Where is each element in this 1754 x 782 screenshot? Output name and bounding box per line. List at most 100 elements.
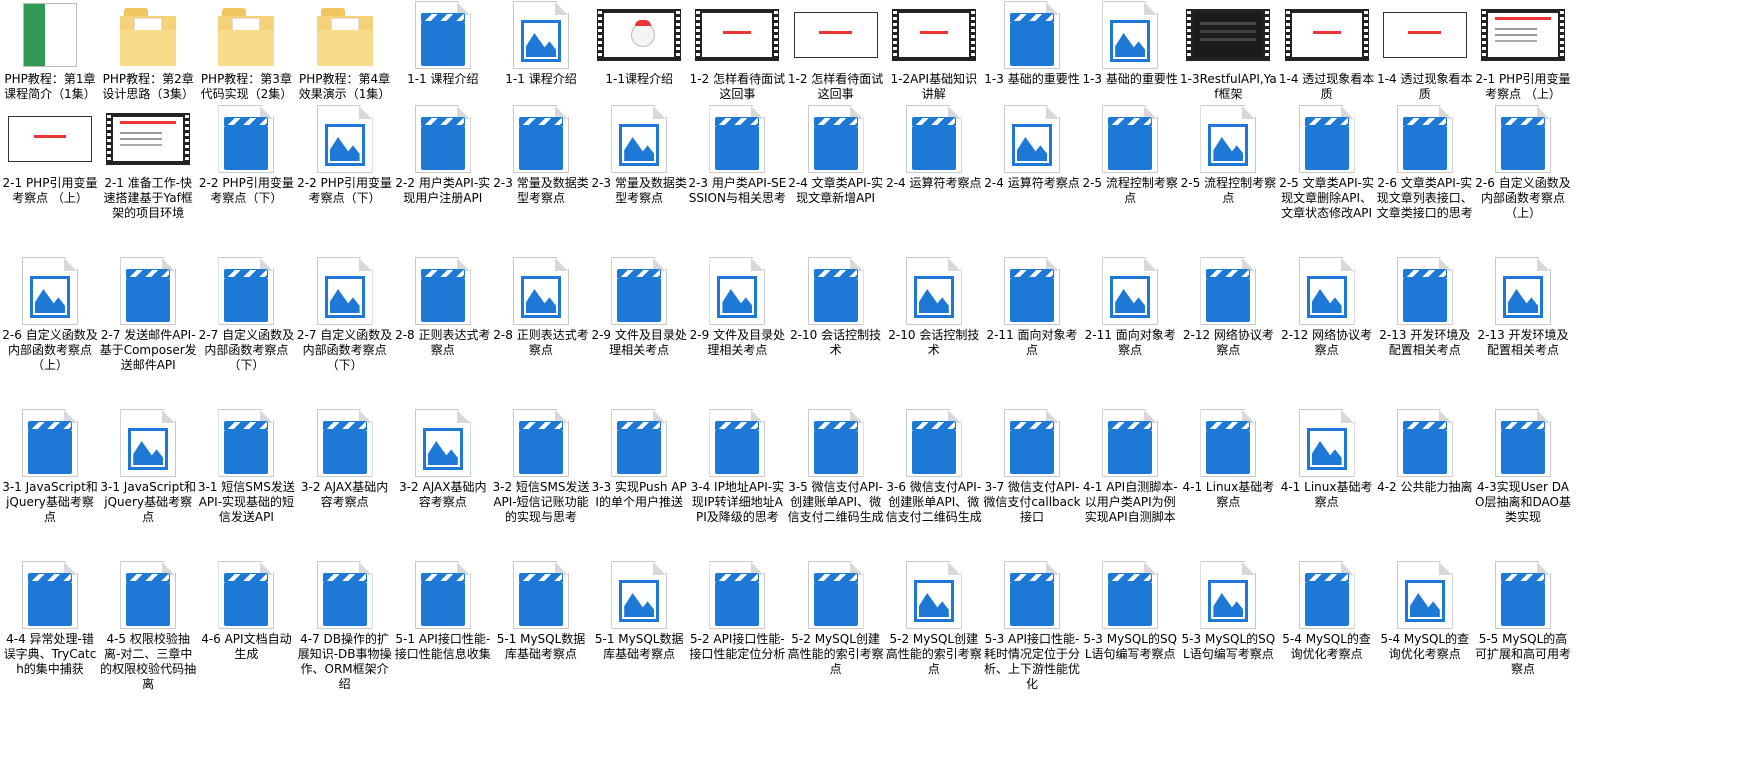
file-item[interactable]: 5-3 MySQL的SQL语句编写考察点	[1178, 560, 1278, 662]
file-item[interactable]: 3-1 JavaScript和jQuery基础考察点	[0, 408, 100, 525]
file-item[interactable]: 1-4 透过现象看本质	[1375, 0, 1475, 102]
file-item[interactable]: 5-3 MySQL的SQL语句编写考察点	[1080, 560, 1180, 662]
file-item[interactable]: 2-3 用户类API-SESSION与相关思考	[687, 104, 787, 206]
file-item[interactable]: 2-6 自定义函数及内部函数考察点（上）	[1473, 104, 1573, 221]
file-item[interactable]: 2-1 PHP引用变量考察点 （上）	[0, 104, 100, 206]
file-item[interactable]: 2-9 文件及目录处理相关考点	[589, 256, 689, 358]
file-item[interactable]: 2-10 会话控制技术	[786, 256, 886, 358]
file-item[interactable]: 5-4 MySQL的查询优化考察点	[1375, 560, 1475, 662]
file-item[interactable]: 2-2 PHP引用变量考察点（下）	[196, 104, 296, 206]
file-item[interactable]: 1-4 透过现象看本质	[1277, 0, 1377, 102]
file-item[interactable]: 2-13 开发环境及配置相关考点	[1473, 256, 1573, 358]
file-item[interactable]: 2-10 会话控制技术	[884, 256, 984, 358]
file-item[interactable]: 2-13 开发环境及配置相关考点	[1375, 256, 1475, 358]
file-item[interactable]: 2-11 面向对象考察点	[1080, 256, 1180, 358]
file-item[interactable]: 2-4 文章类API-实现文章新增API	[786, 104, 886, 206]
file-item[interactable]: 4-6 API文档自动生成	[196, 560, 296, 662]
file-item[interactable]: 1-1 课程介绍	[393, 0, 493, 87]
file-name-label: 2-3 用户类API-SESSION与相关思考	[688, 176, 787, 205]
file-name-label: 5-2 MySQL创建高性能的索引考察点	[885, 632, 982, 676]
file-name-label: 2-12 网络协议考察点	[1281, 328, 1373, 357]
file-item[interactable]: 5-2 MySQL创建高性能的索引考察点	[884, 560, 984, 677]
file-name-label: 2-3 常量及数据类型考察点	[493, 176, 589, 205]
file-item[interactable]: 2-7 自定义函数及内部函数考察点（下）	[196, 256, 296, 373]
file-item[interactable]: 3-2 AJAX基础内容考察点	[295, 408, 395, 510]
file-item[interactable]: 4-3实现User DAO层抽离和DAO基类实现	[1473, 408, 1573, 525]
file-item[interactable]: 2-4 运算符考察点	[884, 104, 984, 191]
file-item[interactable]: 3-5 微信支付API-创建账单API、微信支付二维码生成	[786, 408, 886, 525]
file-item[interactable]: 2-1 准备工作-快速搭建基于Yaf框架的项目环境	[98, 104, 198, 221]
file-item[interactable]: 4-1 API自测脚本-以用户类API为例实现API自测脚本	[1080, 408, 1180, 525]
file-item[interactable]: 3-7 微信支付API-微信支付callback接口	[982, 408, 1082, 525]
file-item[interactable]: 2-6 文章类API-实现文章列表接口、文章类接口的思考	[1375, 104, 1475, 221]
file-item[interactable]: 2-11 面向对象考点	[982, 256, 1082, 358]
file-item[interactable]: 2-8 正则表达式考察点	[393, 256, 493, 358]
video-file-icon	[196, 408, 296, 478]
file-item[interactable]: 3-1 JavaScript和jQuery基础考察点	[98, 408, 198, 525]
video-thumbnail	[1473, 0, 1573, 70]
video-thumbnail	[1277, 0, 1377, 70]
slide-thumbnail	[1375, 0, 1475, 70]
file-item[interactable]: 5-3 API接口性能-耗时情况定位于分析、上下游性能优化	[982, 560, 1082, 692]
file-item[interactable]: 2-7 自定义函数及内部函数考察点（下）	[295, 256, 395, 373]
file-item[interactable]: 4-4 异常处理-错误字典、TryCatch的集中捕获	[0, 560, 100, 677]
file-item[interactable]: 5-2 API接口性能-接口性能定位分析	[687, 560, 787, 662]
file-item[interactable]: 4-1 Linux基础考察点	[1178, 408, 1278, 510]
video-file-icon	[393, 256, 493, 326]
file-item[interactable]: 2-7 发送邮件API-基于Composer发送邮件API	[98, 256, 198, 373]
file-item[interactable]: 2-6 自定义函数及内部函数考察点（上）	[0, 256, 100, 373]
file-name-label: 4-7 DB操作的扩展知识-DB事物操作、ORM框架介绍	[297, 632, 392, 691]
file-item[interactable]: 1-3 基础的重要性	[982, 0, 1082, 87]
file-item[interactable]: 1-3RestfulAPI,Yaf框架	[1178, 0, 1278, 102]
file-item[interactable]: 2-2 用户类API-实现用户注册API	[393, 104, 493, 206]
file-item[interactable]: 5-1 API接口性能-接口性能信息收集	[393, 560, 493, 662]
file-item[interactable]: 1-3 基础的重要性	[1080, 0, 1180, 87]
file-item[interactable]: 2-8 正则表达式考察点	[491, 256, 591, 358]
file-item[interactable]: 4-2 公共能力抽离	[1375, 408, 1475, 495]
file-name-label: 2-4 运算符考察点	[984, 176, 1080, 190]
file-item[interactable]: 1-2 怎样看待面试这回事	[786, 0, 886, 102]
file-item[interactable]: 4-1 Linux基础考察点	[1277, 408, 1377, 510]
file-item[interactable]: 3-6 微信支付API-创建账单API、微信支付二维码生成	[884, 408, 984, 525]
file-item[interactable]: 1-2API基础知识讲解	[884, 0, 984, 102]
file-item[interactable]: 1-2 怎样看待面试这回事	[687, 0, 787, 102]
file-name-label: 5-1 API接口性能-接口性能信息收集	[394, 632, 491, 661]
file-item[interactable]: 2-5 文章类API-实现文章删除API、文章状态修改API	[1277, 104, 1377, 221]
file-item[interactable]: 3-1 短信SMS发送API-实现基础的短信发送API	[196, 408, 296, 525]
file-item[interactable]: 3-2 短信SMS发送API-短信记账功能的实现与思考	[491, 408, 591, 525]
file-item[interactable]: 3-3 实现Push API的单个用户推送	[589, 408, 689, 510]
image-file-icon	[0, 256, 100, 326]
file-item[interactable]: 5-4 MySQL的查询优化考察点	[1277, 560, 1377, 662]
file-item[interactable]: 3-2 AJAX基础内容考察点	[393, 408, 493, 510]
file-name-label: 2-8 正则表达式考察点	[395, 328, 491, 357]
file-item[interactable]: 2-1 PHP引用变量考察点 （上）	[1473, 0, 1573, 102]
file-item[interactable]: 5-2 MySQL创建高性能的索引考察点	[786, 560, 886, 677]
file-item[interactable]: 2-4 运算符考察点	[982, 104, 1082, 191]
file-item[interactable]: 2-5 流程控制考察点	[1178, 104, 1278, 206]
file-item[interactable]: 1-1 课程介绍	[491, 0, 591, 87]
file-name-label: 4-1 API自测脚本-以用户类API为例实现API自测脚本	[1082, 480, 1178, 524]
file-item[interactable]: 2-9 文件及目录处理相关考点	[687, 256, 787, 358]
file-item[interactable]: 4-7 DB操作的扩展知识-DB事物操作、ORM框架介绍	[295, 560, 395, 692]
file-item[interactable]: 5-1 MySQL数据库基础考察点	[491, 560, 591, 662]
file-item[interactable]: PHP教程：第3章代码实现（2集）	[196, 0, 296, 102]
video-file-icon	[687, 104, 787, 174]
file-item[interactable]: PHP教程：第2章设计思路（3集）	[98, 0, 198, 102]
file-item[interactable]: 2-12 网络协议考察点	[1178, 256, 1278, 358]
file-item[interactable]: 5-5 MySQL的高可扩展和高可用考察点	[1473, 560, 1573, 677]
video-file-icon	[393, 0, 493, 70]
file-item[interactable]: 3-4 IP地址API-实现IP转详细地址API及降级的思考	[687, 408, 787, 525]
file-item[interactable]: PHP教程：第4章效果演示（1集）	[295, 0, 395, 102]
file-name-label: 2-11 面向对象考察点	[1084, 328, 1176, 357]
file-item[interactable]: 2-5 流程控制考察点	[1080, 104, 1180, 206]
file-item[interactable]: 2-3 常量及数据类型考察点	[491, 104, 591, 206]
file-item[interactable]: 2-3 常量及数据类型考察点	[589, 104, 689, 206]
video-file-icon	[1375, 408, 1475, 478]
file-name-label: 1-2 怎样看待面试这回事	[689, 72, 786, 101]
file-item[interactable]: 1-1课程介绍	[589, 0, 689, 87]
file-item[interactable]: 5-1 MySQL数据库基础考察点	[589, 560, 689, 662]
file-item[interactable]: PHP教程：第1章课程简介（1集）	[0, 0, 100, 102]
file-item[interactable]: 2-12 网络协议考察点	[1277, 256, 1377, 358]
file-item[interactable]: 2-2 PHP引用变量考察点（下）	[295, 104, 395, 206]
file-item[interactable]: 4-5 权限校验抽离-对二、三章中的权限校验代码抽离	[98, 560, 198, 692]
